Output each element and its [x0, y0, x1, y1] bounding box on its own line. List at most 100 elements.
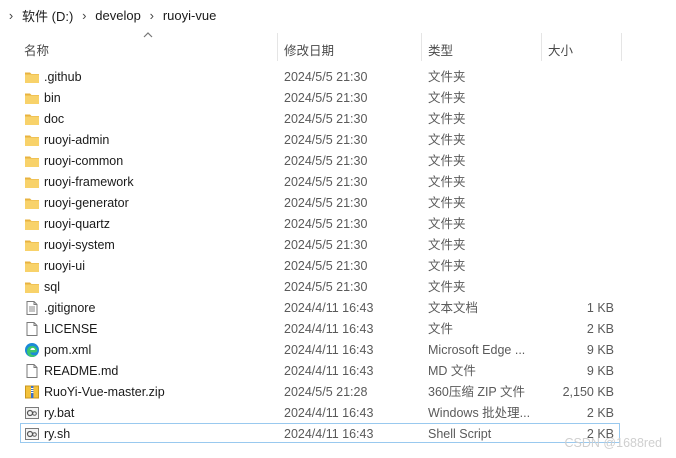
column-header-type[interactable]: 类型 — [428, 40, 453, 59]
folder-icon — [24, 258, 40, 274]
file-type: Microsoft Edge ... — [428, 343, 526, 357]
breadcrumb-item-ruoyi-vue[interactable]: ruoyi-vue — [163, 8, 216, 23]
folder-icon — [24, 279, 40, 295]
file-name: RuoYi-Vue-master.zip — [44, 385, 165, 399]
file-name: ruoyi-generator — [44, 196, 129, 210]
file-type: 文件夹 — [428, 91, 466, 105]
column-divider[interactable] — [277, 33, 278, 61]
file-name: ry.bat — [44, 406, 75, 420]
folder-icon — [24, 216, 40, 232]
column-header-date[interactable]: 修改日期 — [284, 40, 334, 59]
file-row[interactable]: ruoyi-framework 2024/5/5 21:30 文件夹 — [0, 171, 676, 192]
breadcrumb-item-develop[interactable]: develop — [95, 8, 141, 23]
file-modified-date: 2024/5/5 21:30 — [284, 217, 368, 231]
file-type: 文件夹 — [428, 133, 466, 147]
file-name: README.md — [44, 364, 119, 378]
file-row[interactable]: ruoyi-quartz 2024/5/5 21:30 文件夹 — [0, 213, 676, 234]
column-divider[interactable] — [621, 33, 622, 61]
file-name: ruoyi-admin — [44, 133, 110, 147]
file-type: 文件夹 — [428, 112, 466, 126]
file-name: sql — [44, 280, 60, 294]
file-modified-date: 2024/4/11 16:43 — [284, 322, 374, 336]
file-name: LICENSE — [44, 322, 98, 336]
folder-icon — [24, 174, 40, 190]
file-modified-date: 2024/5/5 21:30 — [284, 175, 368, 189]
edge-icon — [24, 342, 40, 358]
file-row[interactable]: ruoyi-generator 2024/5/5 21:30 文件夹 — [0, 192, 676, 213]
chevron-right-icon[interactable]: › — [145, 8, 159, 23]
file-name: .github — [44, 70, 82, 84]
file-row[interactable]: .gitignore 2024/4/11 16:43 文本文档 1 KB — [0, 297, 676, 318]
file-row[interactable]: ruoyi-system 2024/5/5 21:30 文件夹 — [0, 234, 676, 255]
file-type: 360压缩 ZIP 文件 — [428, 385, 526, 399]
file-row[interactable]: bin 2024/5/5 21:30 文件夹 — [0, 87, 676, 108]
file-modified-date: 2024/5/5 21:30 — [284, 133, 368, 147]
file-type: 文件夹 — [428, 70, 466, 84]
file-name: .gitignore — [44, 301, 96, 315]
column-divider[interactable] — [541, 33, 542, 61]
folder-icon — [24, 132, 40, 148]
blank-file-icon — [24, 321, 40, 337]
folder-icon — [24, 195, 40, 211]
file-explorer-window: › 软件 (D:) › develop › ruoyi-vue 名称 修改日期 … — [0, 0, 676, 458]
file-modified-date: 2024/4/11 16:43 — [284, 343, 374, 357]
file-size: 1 KB — [586, 301, 614, 315]
file-name: pom.xml — [44, 343, 92, 357]
file-modified-date: 2024/4/11 16:43 — [284, 427, 374, 441]
file-size: 2 KB — [586, 406, 614, 420]
file-list: .github 2024/5/5 21:30 文件夹 bin 2024/5/5 21:3… — [0, 66, 676, 444]
breadcrumb-item-drive[interactable]: 软件 (D:) — [22, 6, 73, 25]
folder-icon — [24, 111, 40, 127]
file-name: ruoyi-ui — [44, 259, 85, 273]
file-row[interactable]: pom.xml 2024/4/11 16:43 Microsoft Edge ...… — [0, 339, 676, 360]
file-row[interactable]: LICENSE 2024/4/11 16:43 文件 2 KB — [0, 318, 676, 339]
file-name: ruoyi-framework — [44, 175, 134, 189]
folder-icon — [24, 90, 40, 106]
column-header-size[interactable]: 大小 — [548, 40, 573, 59]
file-type: 文件夹 — [428, 217, 466, 231]
column-divider[interactable] — [421, 33, 422, 61]
folder-icon — [24, 69, 40, 85]
column-header-name[interactable]: 名称 — [24, 40, 49, 59]
file-size: 9 KB — [586, 364, 614, 378]
file-type: 文件夹 — [428, 196, 466, 210]
file-modified-date: 2024/5/5 21:30 — [284, 70, 368, 84]
watermark: CSDN @1688red — [564, 436, 662, 450]
file-modified-date: 2024/5/5 21:30 — [284, 196, 368, 210]
file-modified-date: 2024/4/11 16:43 — [284, 364, 374, 378]
chevron-up-icon — [143, 32, 153, 38]
file-name: ruoyi-common — [44, 154, 124, 168]
file-row[interactable]: sql 2024/5/5 21:30 文件夹 — [0, 276, 676, 297]
breadcrumb: › 软件 (D:) › develop › ruoyi-vue — [0, 0, 676, 30]
file-type: 文件夹 — [428, 238, 466, 252]
file-row[interactable]: RuoYi-Vue-master.zip 2024/5/5 21:28 360压缩 … — [0, 381, 676, 402]
script-file-icon — [24, 426, 40, 442]
chevron-right-icon[interactable]: › — [4, 8, 18, 23]
file-modified-date: 2024/5/5 21:30 — [284, 259, 368, 273]
file-row[interactable]: README.md 2024/4/11 16:43 MD 文件 9 KB — [0, 360, 676, 381]
file-modified-date: 2024/5/5 21:28 — [284, 385, 368, 399]
blank-file-icon — [24, 363, 40, 379]
file-type: 文件夹 — [428, 280, 466, 294]
file-modified-date: 2024/5/5 21:30 — [284, 91, 368, 105]
file-type: 文件夹 — [428, 154, 466, 168]
file-row[interactable]: .github 2024/5/5 21:30 文件夹 — [0, 66, 676, 87]
file-type: 文件夹 — [428, 259, 466, 273]
file-name: doc — [44, 112, 65, 126]
file-type: Windows 批处理... — [428, 406, 531, 420]
file-type: 文件夹 — [428, 175, 466, 189]
file-row[interactable]: ry.bat 2024/4/11 16:43 Windows 批处理... 2 KB — [0, 402, 676, 423]
file-size: 2 KB — [586, 322, 614, 336]
folder-icon — [24, 237, 40, 253]
folder-icon — [24, 153, 40, 169]
file-modified-date: 2024/5/5 21:30 — [284, 280, 368, 294]
file-row[interactable]: ruoyi-admin 2024/5/5 21:30 文件夹 — [0, 129, 676, 150]
file-modified-date: 2024/5/5 21:30 — [284, 154, 368, 168]
file-row[interactable]: ruoyi-common 2024/5/5 21:30 文件夹 — [0, 150, 676, 171]
file-row[interactable]: ruoyi-ui 2024/5/5 21:30 文件夹 — [0, 255, 676, 276]
file-modified-date: 2024/5/5 21:30 — [284, 238, 368, 252]
chevron-right-icon[interactable]: › — [77, 8, 91, 23]
file-size: 9 KB — [586, 343, 614, 357]
column-header-bar — [0, 30, 676, 63]
file-row[interactable]: doc 2024/5/5 21:30 文件夹 — [0, 108, 676, 129]
